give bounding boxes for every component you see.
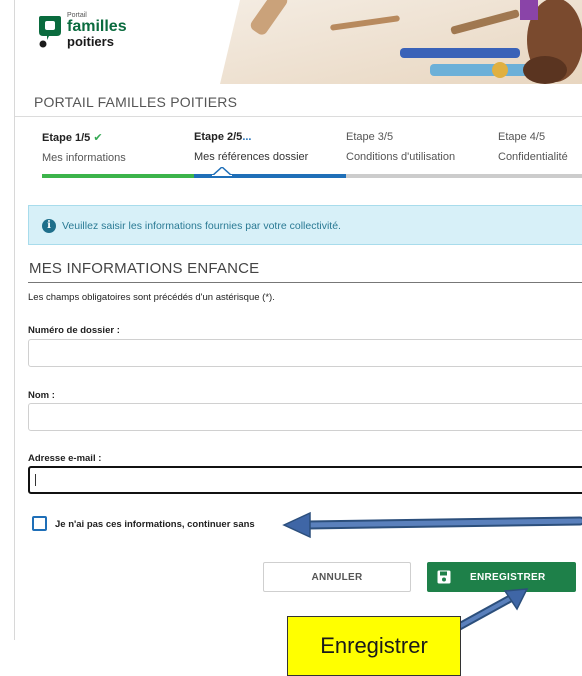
- logo-main-text: familles: [67, 18, 127, 35]
- skip-info-checkbox[interactable]: [32, 516, 47, 531]
- step-1-title: Etape 1/5: [42, 132, 91, 144]
- portal-title: PORTAIL FAMILLES POITIERS: [34, 94, 238, 110]
- step-1: Etape 1/5 ✔ Mes informations: [42, 131, 126, 164]
- floppy-disk-icon: [437, 570, 451, 584]
- text-cursor: [35, 474, 36, 486]
- portal-title-divider: [15, 116, 582, 117]
- info-alert-text: Veuillez saisir les informations fournie…: [62, 220, 341, 232]
- file-number-input[interactable]: [28, 339, 582, 367]
- remaining-progress-bar: [346, 174, 582, 178]
- save-button-label: ENREGISTRER: [470, 572, 546, 583]
- skip-info-checkbox-label[interactable]: Je n'ai pas ces informations, continuer …: [55, 519, 255, 530]
- annotation-left-arrow-icon: [282, 511, 582, 539]
- email-label: Adresse e-mail :: [28, 453, 102, 464]
- in-progress-dots-icon: ...: [242, 131, 252, 143]
- logo-mark-icon: [39, 16, 61, 48]
- name-input[interactable]: [28, 403, 582, 431]
- step-2-subtitle: Mes références dossier: [194, 151, 309, 163]
- step-4-subtitle: Confidentialité: [498, 151, 568, 163]
- step-4: Etape 4/5 Confidentialité: [498, 131, 568, 163]
- file-number-label: Numéro de dossier :: [28, 325, 120, 336]
- step-2-heading: Etape 2/5...: [194, 131, 308, 143]
- info-icon: i: [42, 219, 56, 233]
- header-banner-image: [220, 0, 582, 84]
- current-step-caret-icon: [212, 167, 232, 176]
- cancel-button[interactable]: ANNULER: [263, 562, 411, 592]
- site-header: Portail familles poitiers: [15, 0, 582, 84]
- section-title: MES INFORMATIONS ENFANCE: [29, 260, 260, 277]
- step-1-heading: Etape 1/5 ✔: [42, 131, 126, 144]
- annotation-callout: Enregistrer: [287, 616, 461, 676]
- step-2-title: Etape 2/5: [194, 131, 243, 143]
- logo-sub-text: poitiers: [67, 34, 114, 49]
- step-3: Etape 3/5 Conditions d'utilisation: [346, 131, 455, 163]
- name-label: Nom :: [28, 390, 55, 401]
- step-3-title: Etape 3/5: [346, 131, 394, 143]
- step-3-subtitle: Conditions d'utilisation: [346, 151, 456, 163]
- step-1-progress-bar: [42, 174, 194, 178]
- email-input[interactable]: [28, 466, 582, 494]
- info-alert: i Veuillez saisir les informations fourn…: [28, 205, 582, 245]
- checkmark-icon: ✔: [93, 132, 103, 144]
- left-frame-border: [14, 0, 15, 640]
- step-2: Etape 2/5... Mes références dossier: [194, 131, 308, 163]
- step-4-title: Etape 4/5: [498, 131, 546, 143]
- portal-logo[interactable]: Portail familles poitiers: [37, 12, 147, 62]
- step-1-subtitle: Mes informations: [42, 152, 126, 164]
- section-divider: [28, 282, 582, 283]
- required-fields-note: Les champs obligatoires sont précédés d'…: [28, 292, 275, 303]
